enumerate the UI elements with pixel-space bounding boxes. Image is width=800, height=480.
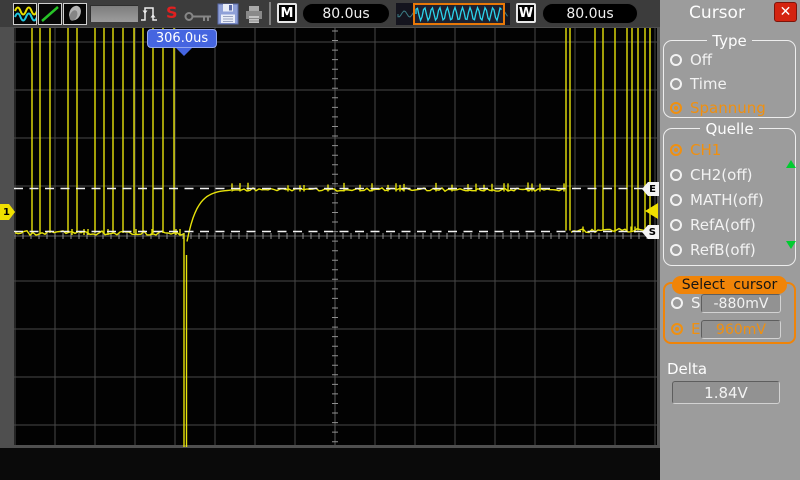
blob-icon: [69, 5, 81, 21]
radio-icon: [670, 194, 682, 206]
radio-label: CH1: [690, 141, 722, 159]
cursor-e-value: 960mV: [701, 320, 781, 339]
preview-svg: [396, 3, 510, 25]
print-icon[interactable]: [243, 3, 265, 29]
radio-icon: [671, 323, 683, 335]
radio-option-off[interactable]: Off: [670, 51, 712, 69]
radio-option-refb[interactable]: RefB(off): [670, 241, 756, 259]
stop-indicator: S: [166, 3, 178, 22]
zoom-window-preview[interactable]: [396, 3, 510, 25]
radio-label: CH2(off): [690, 166, 753, 184]
radio-option-ch1[interactable]: CH1: [670, 141, 721, 159]
select-cursor-title: Select cursor: [665, 274, 794, 294]
select-cursor-group: Select cursor S -880mV E 960mV: [663, 276, 796, 344]
delta-label: Delta: [667, 360, 708, 378]
radio-icon: [670, 169, 682, 181]
delta-value: 1.84V: [672, 381, 780, 404]
radio-icon: [670, 54, 682, 66]
radio-label: Time: [690, 75, 727, 93]
radio-label: RefB(off): [690, 241, 756, 259]
source-group: Quelle CH1 CH2(off) MATH(off) RefA(off) …: [663, 120, 796, 266]
type-group: Type Off Time Spannung: [663, 32, 796, 118]
cursor-s-value: -880mV: [701, 294, 781, 313]
channel-waves-button[interactable]: [13, 3, 37, 25]
cursor-e-option[interactable]: E 960mV: [671, 320, 781, 339]
main-timebase-button[interactable]: M: [277, 3, 297, 23]
radio-icon: [670, 102, 682, 114]
panel-title: Cursor: [689, 3, 745, 23]
source-group-title: Quelle: [664, 119, 795, 138]
radio-icon: [670, 144, 682, 156]
scroll-up-icon[interactable]: [786, 160, 796, 168]
radio-icon: [671, 297, 683, 309]
radio-icon: [670, 244, 682, 256]
top-toolbar: S M 80.0us W 80.0us: [0, 0, 660, 27]
radio-label: S: [691, 294, 701, 312]
toolbar-separator: [269, 2, 271, 25]
cursor-time-flag-pointer: [176, 48, 192, 56]
window-timebase-readout: 80.0us: [542, 3, 638, 24]
cursor-s-option[interactable]: S -880mV: [671, 294, 781, 313]
radio-option-ch2[interactable]: CH2(off): [670, 166, 753, 184]
oscilloscope-screen: S M 80.0us W 80.0us 306.0us 1 E S Cursor…: [0, 0, 800, 480]
radio-icon: [670, 78, 682, 90]
cursor-menu-panel: Cursor ✕ Type Off Time Spannung Quelle C…: [660, 0, 800, 480]
graticule-svg: [0, 27, 660, 448]
radio-label: Spannung: [690, 99, 766, 117]
radio-label: Off: [690, 51, 713, 69]
radio-label: E: [691, 320, 701, 338]
window-timebase-button[interactable]: W: [516, 3, 536, 23]
hardcopy-button[interactable]: [63, 3, 87, 25]
type-group-title: Type: [664, 31, 795, 50]
radio-option-refa[interactable]: RefA(off): [670, 216, 756, 234]
bottom-status-bar: DC 20 2.00V CH1 0.00V 603.00Hz: [0, 448, 660, 480]
cursor-time-flag: 306.0us: [147, 29, 217, 48]
message-area: [90, 5, 138, 22]
radio-option-spannung[interactable]: Spannung: [670, 99, 766, 117]
radio-label: RefA(off): [690, 216, 756, 234]
radio-label: MATH(off): [690, 191, 764, 209]
scroll-down-icon[interactable]: [786, 241, 796, 249]
main-timebase-readout: 80.0us: [302, 3, 390, 24]
display-line-button[interactable]: [38, 3, 62, 25]
close-icon[interactable]: ✕: [774, 2, 797, 22]
save-floppy-icon[interactable]: [217, 3, 239, 29]
lock-key-icon: [184, 8, 214, 27]
diagonal-line-icon: [41, 6, 59, 22]
radio-icon: [670, 219, 682, 231]
dual-sine-icon: [14, 6, 36, 22]
radio-option-time[interactable]: Time: [670, 75, 727, 93]
radio-option-math[interactable]: MATH(off): [670, 191, 764, 209]
pulse-icon: [139, 4, 161, 28]
